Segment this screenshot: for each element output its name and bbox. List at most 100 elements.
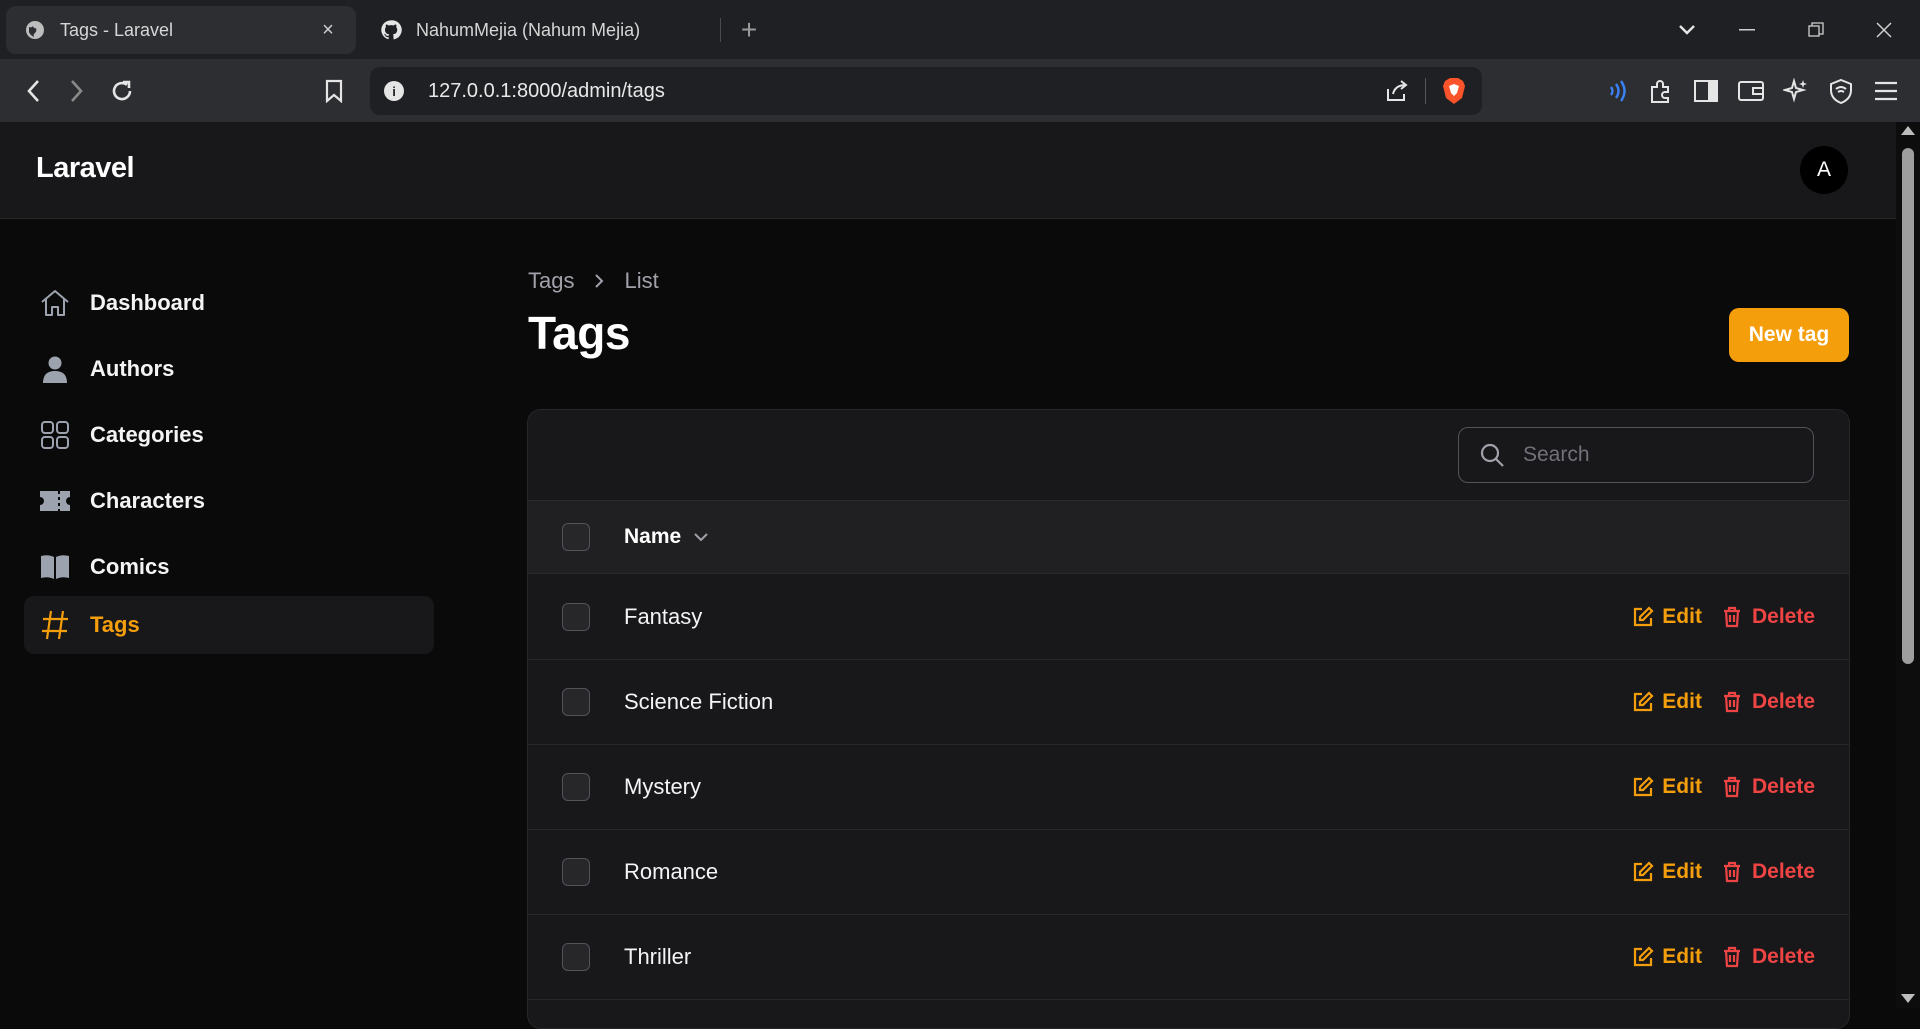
home-icon: [38, 286, 72, 320]
sidebar-item-characters[interactable]: Characters: [24, 472, 434, 530]
delete-button[interactable]: Delete: [1722, 860, 1815, 884]
chevron-down-icon: [693, 532, 709, 542]
new-tag-button[interactable]: New tag: [1729, 308, 1849, 362]
sidebar-toggle-icon[interactable]: [1686, 71, 1726, 111]
sidebar-item-categories[interactable]: Categories: [24, 406, 434, 464]
table-header: Name: [528, 500, 1849, 574]
sidebar-item-label: Characters: [90, 488, 205, 513]
breadcrumb-root[interactable]: Tags: [528, 268, 574, 294]
new-tab-button[interactable]: +: [734, 12, 764, 48]
close-tab-icon[interactable]: ×: [318, 19, 338, 42]
sidebar-item-dashboard[interactable]: Dashboard: [24, 274, 434, 332]
row-checkbox[interactable]: [562, 688, 590, 716]
book-icon: [38, 550, 72, 584]
search-input[interactable]: Search: [1458, 427, 1814, 483]
sidebar-item-label: Categories: [90, 422, 204, 447]
browser-tab-bar: Tags - Laravel × NahumMejia (Nahum Mejia…: [0, 0, 1920, 59]
url-text[interactable]: 127.0.0.1:8000/admin/tags: [428, 80, 1377, 103]
back-icon[interactable]: [13, 71, 53, 111]
page-scrollbar[interactable]: [1896, 122, 1920, 1008]
delete-label: Delete: [1751, 605, 1815, 628]
tab-search-chevron-icon[interactable]: [1665, 10, 1709, 50]
sidebar-item-label: Authors: [90, 356, 175, 381]
tab-title: NahumMejia (Nahum Mejia): [416, 19, 641, 40]
tag-name: Science Fiction: [624, 689, 774, 714]
trash-icon: [1722, 691, 1744, 713]
breadcrumb: Tags List: [528, 268, 659, 294]
brand-logo-text[interactable]: Laravel: [36, 152, 135, 185]
scroll-up-arrow-icon[interactable]: [1901, 126, 1915, 135]
search-icon: [1479, 442, 1505, 468]
minimize-icon[interactable]: [1725, 10, 1769, 50]
tags-table-card: Search Name Fantasy Edit Delete Science …: [527, 409, 1850, 1029]
edit-button[interactable]: Edit: [1632, 690, 1702, 714]
urlbar-divider: [1425, 78, 1426, 104]
delete-label: Delete: [1751, 945, 1815, 968]
delete-button[interactable]: Delete: [1722, 775, 1815, 799]
delete-label: Delete: [1751, 860, 1815, 883]
delete-button[interactable]: Delete: [1722, 945, 1815, 969]
column-header-name[interactable]: Name: [624, 525, 709, 549]
tab-tags-laravel[interactable]: Tags - Laravel ×: [6, 6, 356, 54]
reload-icon[interactable]: [102, 71, 142, 111]
brave-shield-icon[interactable]: [1434, 77, 1474, 105]
ticket-icon: [38, 484, 72, 518]
sidebar-nav: Dashboard Authors Categories Characters …: [0, 220, 460, 1008]
sidebar-item-comics[interactable]: Comics: [24, 538, 434, 596]
row-checkbox[interactable]: [562, 773, 590, 801]
delete-button[interactable]: Delete: [1722, 605, 1815, 629]
edit-label: Edit: [1662, 605, 1702, 628]
wallet-speech-icon[interactable]: [1597, 71, 1637, 111]
trash-icon: [1722, 776, 1744, 798]
github-icon: [380, 19, 402, 41]
row-checkbox[interactable]: [562, 603, 590, 631]
sidebar-item-label: Dashboard: [90, 290, 205, 315]
table-row: Fantasy Edit Delete: [528, 575, 1849, 660]
edit-icon: [1632, 861, 1654, 883]
user-avatar[interactable]: A: [1800, 146, 1848, 194]
sidebar-item-tags[interactable]: Tags: [24, 596, 434, 654]
grid-icon: [38, 418, 72, 452]
edit-label: Edit: [1662, 945, 1702, 968]
site-info-icon[interactable]: i: [384, 81, 404, 101]
bookmark-icon[interactable]: [314, 71, 354, 111]
select-all-checkbox[interactable]: [562, 523, 590, 551]
edit-button[interactable]: Edit: [1632, 860, 1702, 884]
delete-label: Delete: [1751, 775, 1815, 798]
edit-button[interactable]: Edit: [1632, 775, 1702, 799]
table-row: Thriller Edit Delete: [528, 915, 1849, 1000]
share-icon[interactable]: [1377, 79, 1417, 103]
close-window-icon[interactable]: [1862, 10, 1906, 50]
sidebar-item-authors[interactable]: Authors: [24, 340, 434, 398]
row-checkbox[interactable]: [562, 858, 590, 886]
tab-github[interactable]: NahumMejia (Nahum Mejia): [362, 6, 712, 54]
address-bar[interactable]: i 127.0.0.1:8000/admin/tags: [370, 67, 1482, 115]
sidebar-item-label: Comics: [90, 554, 170, 579]
tag-name: Fantasy: [624, 604, 703, 629]
delete-button[interactable]: Delete: [1722, 690, 1815, 714]
sidebar-item-label: Tags: [90, 612, 140, 637]
extensions-icon[interactable]: [1641, 71, 1681, 111]
edit-button[interactable]: Edit: [1632, 605, 1702, 629]
tag-name: Mystery: [624, 774, 701, 799]
column-header-label: Name: [624, 525, 682, 548]
edit-button[interactable]: Edit: [1632, 945, 1702, 969]
scroll-down-arrow-icon[interactable]: [1901, 994, 1915, 1003]
wallet-icon[interactable]: [1731, 71, 1771, 111]
restore-icon[interactable]: [1794, 10, 1838, 50]
edit-label: Edit: [1662, 690, 1702, 713]
vpn-shield-icon[interactable]: [1821, 71, 1861, 111]
trash-icon: [1722, 606, 1744, 628]
chevron-right-icon: [594, 273, 604, 289]
menu-icon[interactable]: [1866, 71, 1906, 111]
row-checkbox[interactable]: [562, 943, 590, 971]
forward-icon[interactable]: [57, 71, 97, 111]
search-placeholder: Search: [1523, 443, 1590, 466]
leo-ai-icon[interactable]: [1776, 71, 1816, 111]
edit-icon: [1632, 691, 1654, 713]
hashtag-icon: [38, 608, 72, 642]
tag-name: Thriller: [624, 944, 692, 969]
scrollbar-thumb[interactable]: [1902, 148, 1914, 664]
edit-label: Edit: [1662, 775, 1702, 798]
breadcrumb-current: List: [624, 268, 659, 293]
